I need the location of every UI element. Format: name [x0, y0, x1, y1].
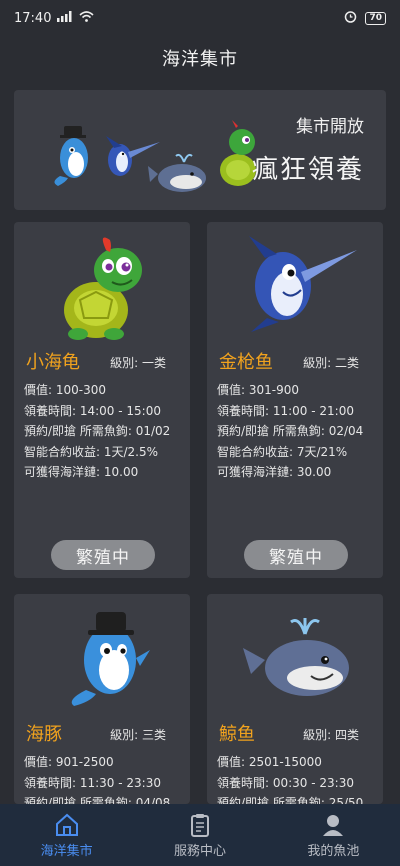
product-card-tuna[interactable]: 金枪鱼 級別: 二类 價值: 301-900 領養時間: 11:00 - 21:… [207, 222, 383, 578]
card-adopt-time: 領養時間: 11:00 - 21:00 [217, 403, 354, 418]
whale-icon [243, 618, 349, 696]
product-card-turtle[interactable]: 小海龟 級別: 一类 價值: 100-300 領養時間: 14:00 - 15:… [14, 222, 190, 578]
card-price: 價值: 901-2500 [24, 755, 114, 769]
battery-indicator: 70 [365, 11, 386, 25]
card-level: 級別: 三类 [110, 728, 166, 742]
banner-title: 瘋狂領養 [251, 155, 364, 185]
card-price: 價值: 100-300 [24, 383, 106, 397]
card-adopt-time: 領養時間: 14:00 - 15:00 [24, 403, 161, 418]
page-title: 海洋集市 [162, 49, 238, 70]
swordfish-icon [249, 236, 357, 332]
banner-subtitle: 集市開放 [296, 117, 364, 137]
card-level: 級別: 二类 [303, 356, 359, 370]
card-title: 小海龟 [26, 352, 80, 373]
dolphin-icon [71, 612, 150, 706]
turtle-icon [64, 237, 142, 340]
banner-text: 集市開放 瘋狂領養 [252, 112, 364, 186]
home-icon [55, 813, 78, 836]
user-icon [323, 814, 344, 836]
card-price: 價值: 301-900 [217, 383, 299, 397]
tab-ocean-market[interactable]: 海洋集市 [0, 804, 133, 866]
tab-service-center[interactable]: 服務中心 [133, 804, 266, 866]
tab-label: 服務中心 [173, 843, 226, 859]
tab-my-pond[interactable]: 我的魚池 [267, 804, 400, 866]
product-card-whale[interactable]: 鯨鱼 級別: 四类 價值: 2501-15000 領養時間: 00:30 - 2… [207, 594, 383, 810]
card-details: 價值: 301-900 領養時間: 11:00 - 21:00 預約/即搶 所需… [217, 380, 363, 483]
status-time: 17:40 [14, 10, 52, 26]
alarm-icon [344, 10, 357, 27]
card-title: 鯨鱼 [219, 724, 255, 745]
card-details: 價值: 100-300 領養時間: 14:00 - 15:00 預約/即搶 所需… [24, 380, 170, 483]
tab-label: 我的魚池 [307, 843, 360, 859]
product-card-dolphin[interactable]: 海豚 級別: 三类 價值: 901-2500 領養時間: 11:30 - 23:… [14, 594, 190, 810]
bottom-tab-bar: 海洋集市 服務中心 我的魚池 [0, 804, 400, 866]
card-price: 價值: 2501-15000 [217, 755, 322, 769]
breeding-button[interactable]: 繁殖中 [244, 540, 348, 570]
card-chain: 可獲得海洋鏈: 30.00 [217, 465, 332, 480]
tab-label: 海洋集市 [40, 843, 93, 859]
card-level: 級別: 四类 [303, 728, 359, 742]
status-bar: 17:40 70 [0, 0, 400, 36]
card-yield: 智能合約收益: 1天/2.5% [24, 444, 159, 459]
card-chain: 可獲得海洋鏈: 10.00 [24, 465, 139, 480]
card-level: 級別: 一类 [110, 356, 166, 370]
card-adopt-time: 領養時間: 00:30 - 23:30 [217, 775, 354, 790]
card-hooks: 預約/即搶 所需魚鉤: 01/02 [24, 424, 171, 439]
wifi-icon [79, 10, 95, 26]
card-adopt-time: 領養時間: 11:30 - 23:30 [24, 775, 161, 790]
market-banner[interactable]: 集市開放 瘋狂領養 [14, 90, 386, 210]
banner-animals-illustration [54, 120, 256, 192]
signal-icon [57, 10, 73, 26]
card-hooks: 預約/即搶 所需魚鉤: 02/04 [217, 424, 364, 439]
breeding-button[interactable]: 繁殖中 [51, 540, 155, 570]
card-yield: 智能合約收益: 7天/21% [217, 444, 348, 459]
card-title: 海豚 [26, 724, 62, 745]
card-title: 金枪鱼 [219, 352, 273, 373]
clipboard-icon [190, 813, 209, 837]
